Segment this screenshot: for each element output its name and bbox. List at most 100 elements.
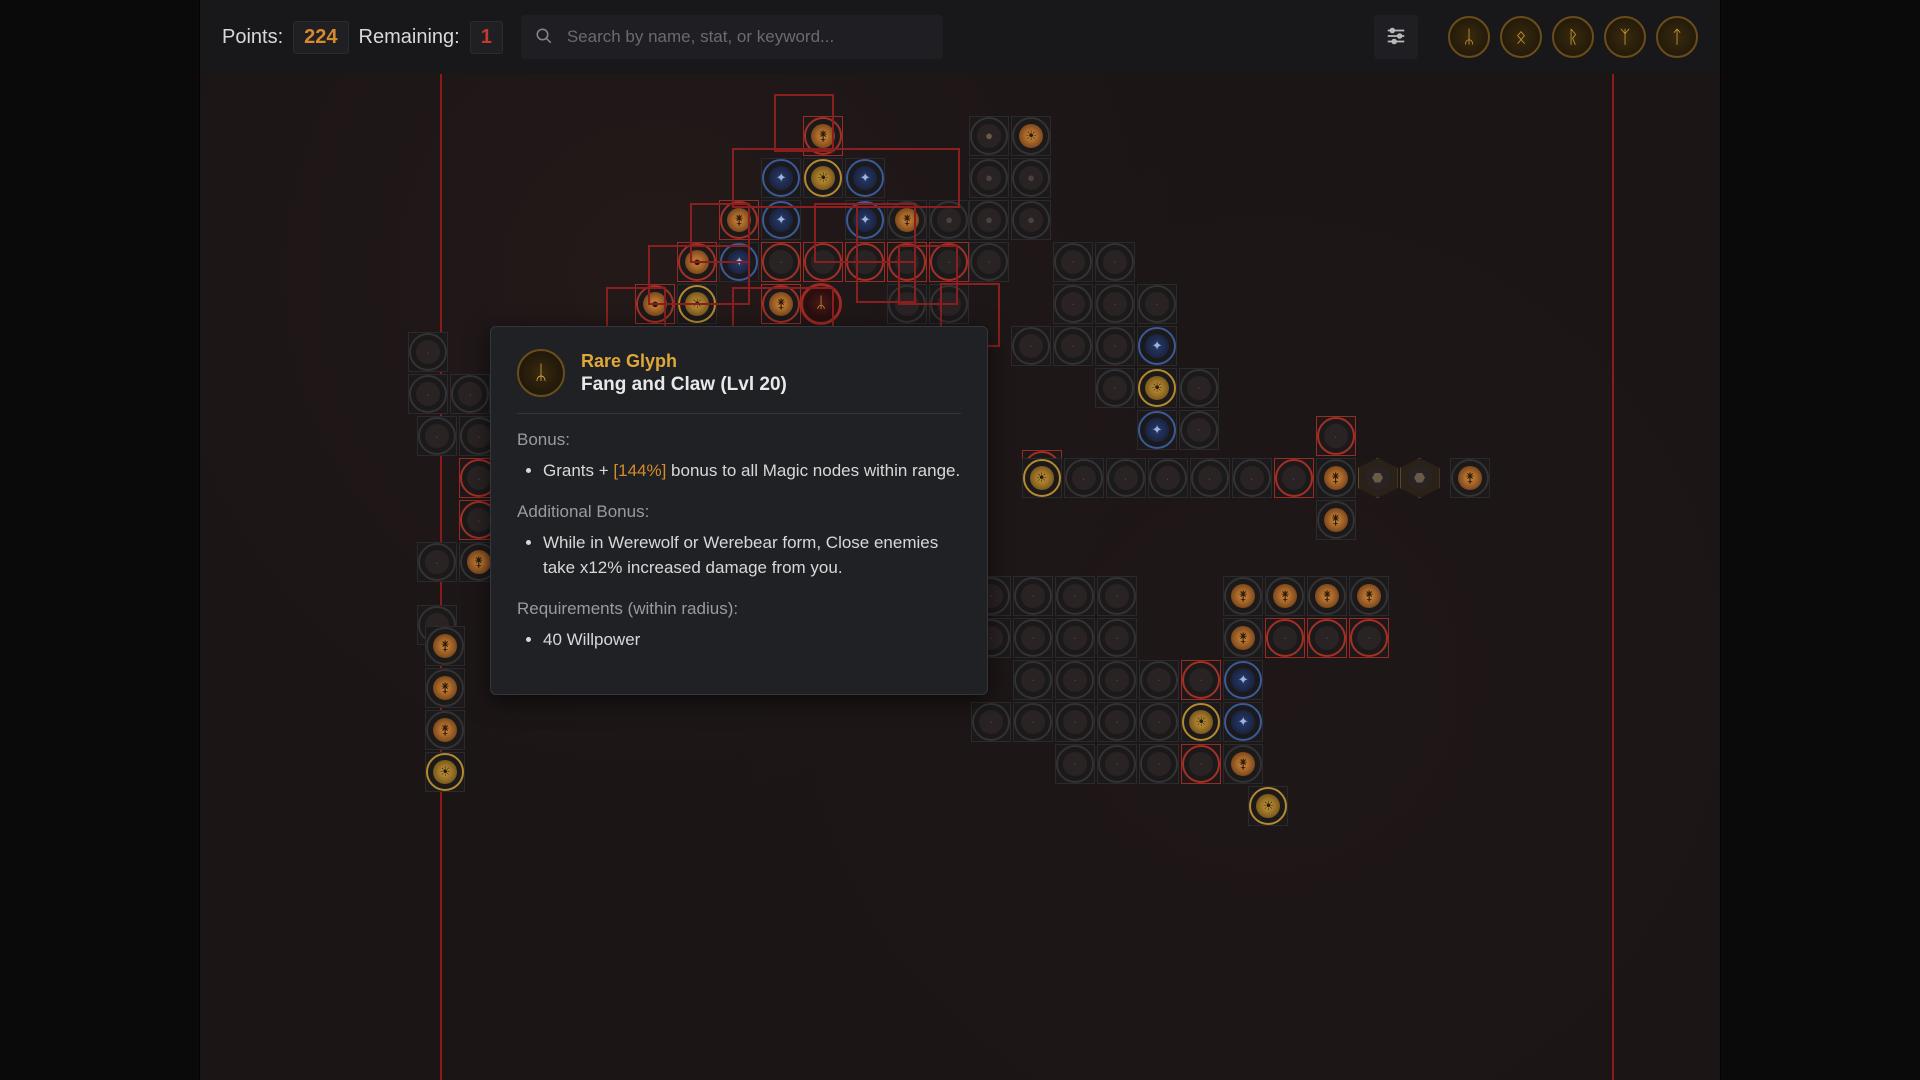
glyph-slot-1[interactable]: ᛟ: [1500, 16, 1542, 58]
paragon-node[interactable]: ·: [761, 242, 801, 282]
paragon-node[interactable]: ·: [1011, 326, 1051, 366]
paragon-node[interactable]: ·: [1316, 416, 1356, 456]
paragon-node[interactable]: ⚵: [887, 200, 927, 240]
paragon-node[interactable]: ⚵: [1265, 576, 1305, 616]
paragon-node[interactable]: ·: [408, 332, 448, 372]
paragon-node[interactable]: ·: [1265, 618, 1305, 658]
paragon-node[interactable]: ●: [969, 116, 1009, 156]
paragon-node[interactable]: ·: [1097, 702, 1137, 742]
paragon-node[interactable]: ·: [1097, 660, 1137, 700]
paragon-node[interactable]: ⬣: [1400, 458, 1440, 498]
paragon-node[interactable]: ·: [1055, 576, 1095, 616]
paragon-node[interactable]: ⚵: [803, 116, 843, 156]
paragon-node[interactable]: ·: [887, 242, 927, 282]
paragon-node[interactable]: ●: [635, 284, 675, 324]
paragon-node[interactable]: ·: [417, 542, 457, 582]
search-box[interactable]: [521, 15, 944, 59]
paragon-node[interactable]: ·: [1097, 744, 1137, 784]
paragon-node[interactable]: ✦: [1137, 410, 1177, 450]
paragon-node[interactable]: ·: [1095, 326, 1135, 366]
paragon-node[interactable]: ·: [1055, 618, 1095, 658]
search-input[interactable]: [565, 26, 930, 48]
paragon-node[interactable]: ·: [1137, 284, 1177, 324]
paragon-node[interactable]: ⚵: [1223, 618, 1263, 658]
paragon-node[interactable]: ·: [1274, 458, 1314, 498]
paragon-node[interactable]: ✦: [1223, 660, 1263, 700]
paragon-node[interactable]: ·: [1179, 368, 1219, 408]
paragon-node[interactable]: ·: [1013, 660, 1053, 700]
paragon-node[interactable]: ✦: [1223, 702, 1263, 742]
paragon-node[interactable]: ·: [1097, 618, 1137, 658]
paragon-board[interactable]: ᛦ Rare Glyph Fang and Claw (Lvl 20) Bonu…: [200, 74, 1720, 1080]
paragon-node[interactable]: ·: [1095, 242, 1135, 282]
paragon-node[interactable]: ●: [1011, 158, 1051, 198]
paragon-node[interactable]: ·: [887, 284, 927, 324]
paragon-node[interactable]: ☀: [1181, 702, 1221, 742]
paragon-node[interactable]: ·: [1181, 744, 1221, 784]
paragon-node[interactable]: ⚵: [1223, 744, 1263, 784]
paragon-node[interactable]: ·: [450, 374, 490, 414]
paragon-node[interactable]: ·: [1139, 744, 1179, 784]
paragon-node[interactable]: ☀: [677, 284, 717, 324]
paragon-node[interactable]: ·: [1190, 458, 1230, 498]
paragon-node[interactable]: ·: [1148, 458, 1188, 498]
paragon-node[interactable]: ⚵: [1316, 458, 1356, 498]
paragon-node[interactable]: ●: [929, 200, 969, 240]
paragon-node[interactable]: ·: [1013, 576, 1053, 616]
paragon-node[interactable]: ☀: [1022, 458, 1062, 498]
paragon-node[interactable]: ·: [1053, 284, 1093, 324]
paragon-node[interactable]: ·: [408, 374, 448, 414]
paragon-node[interactable]: ⚵: [761, 284, 801, 324]
paragon-node[interactable]: ·: [1055, 702, 1095, 742]
paragon-node[interactable]: ●: [969, 200, 1009, 240]
paragon-node[interactable]: ·: [1064, 458, 1104, 498]
paragon-node[interactable]: ·: [1232, 458, 1272, 498]
paragon-node[interactable]: ·: [1055, 744, 1095, 784]
paragon-node[interactable]: ·: [1181, 660, 1221, 700]
paragon-node[interactable]: ☀: [1011, 116, 1051, 156]
paragon-node[interactable]: ·: [417, 416, 457, 456]
paragon-node[interactable]: ⚵: [1450, 458, 1490, 498]
paragon-node[interactable]: ·: [1179, 410, 1219, 450]
paragon-node[interactable]: ✦: [761, 200, 801, 240]
paragon-node[interactable]: ●: [677, 242, 717, 282]
paragon-node[interactable]: ☀: [1137, 368, 1177, 408]
paragon-node[interactable]: ⚵: [1307, 576, 1347, 616]
paragon-node[interactable]: ⚵: [719, 200, 759, 240]
paragon-node[interactable]: ·: [1307, 618, 1347, 658]
paragon-node[interactable]: ·: [1053, 326, 1093, 366]
paragon-node[interactable]: ·: [969, 242, 1009, 282]
paragon-node[interactable]: ●: [1011, 200, 1051, 240]
paragon-node[interactable]: ·: [1013, 702, 1053, 742]
glyph-slot-4[interactable]: ᛏ: [1656, 16, 1698, 58]
glyph-slot-0[interactable]: ᛦ: [1448, 16, 1490, 58]
paragon-node[interactable]: ⚵: [425, 710, 465, 750]
paragon-node[interactable]: ☀: [1248, 786, 1288, 826]
paragon-node[interactable]: ·: [1106, 458, 1146, 498]
paragon-node[interactable]: ⚵: [1316, 500, 1356, 540]
paragon-node[interactable]: ●: [969, 158, 1009, 198]
paragon-node[interactable]: ✦: [1137, 326, 1177, 366]
paragon-node[interactable]: ·: [1013, 618, 1053, 658]
paragon-node[interactable]: ·: [1139, 660, 1179, 700]
paragon-node[interactable]: ·: [1139, 702, 1179, 742]
glyph-slot-3[interactable]: ᛉ: [1604, 16, 1646, 58]
paragon-node[interactable]: ✦: [845, 158, 885, 198]
paragon-node[interactable]: ·: [1349, 618, 1389, 658]
paragon-node[interactable]: ·: [1095, 284, 1135, 324]
paragon-node[interactable]: ·: [1095, 368, 1135, 408]
paragon-node[interactable]: ·: [929, 242, 969, 282]
paragon-node[interactable]: ☀: [425, 752, 465, 792]
paragon-node[interactable]: ⚵: [425, 626, 465, 666]
paragon-node[interactable]: ·: [971, 702, 1011, 742]
glyph-slot-2[interactable]: ᚱ: [1552, 16, 1594, 58]
paragon-node[interactable]: ⚵: [1223, 576, 1263, 616]
paragon-node[interactable]: ·: [845, 242, 885, 282]
paragon-node[interactable]: ⬣: [1358, 458, 1398, 498]
glyph-socket[interactable]: ᛦ: [800, 283, 842, 325]
paragon-node[interactable]: ·: [929, 284, 969, 324]
paragon-node[interactable]: ·: [1053, 242, 1093, 282]
filters-button[interactable]: [1374, 15, 1418, 59]
paragon-node[interactable]: ✦: [761, 158, 801, 198]
paragon-node[interactable]: ·: [1097, 576, 1137, 616]
